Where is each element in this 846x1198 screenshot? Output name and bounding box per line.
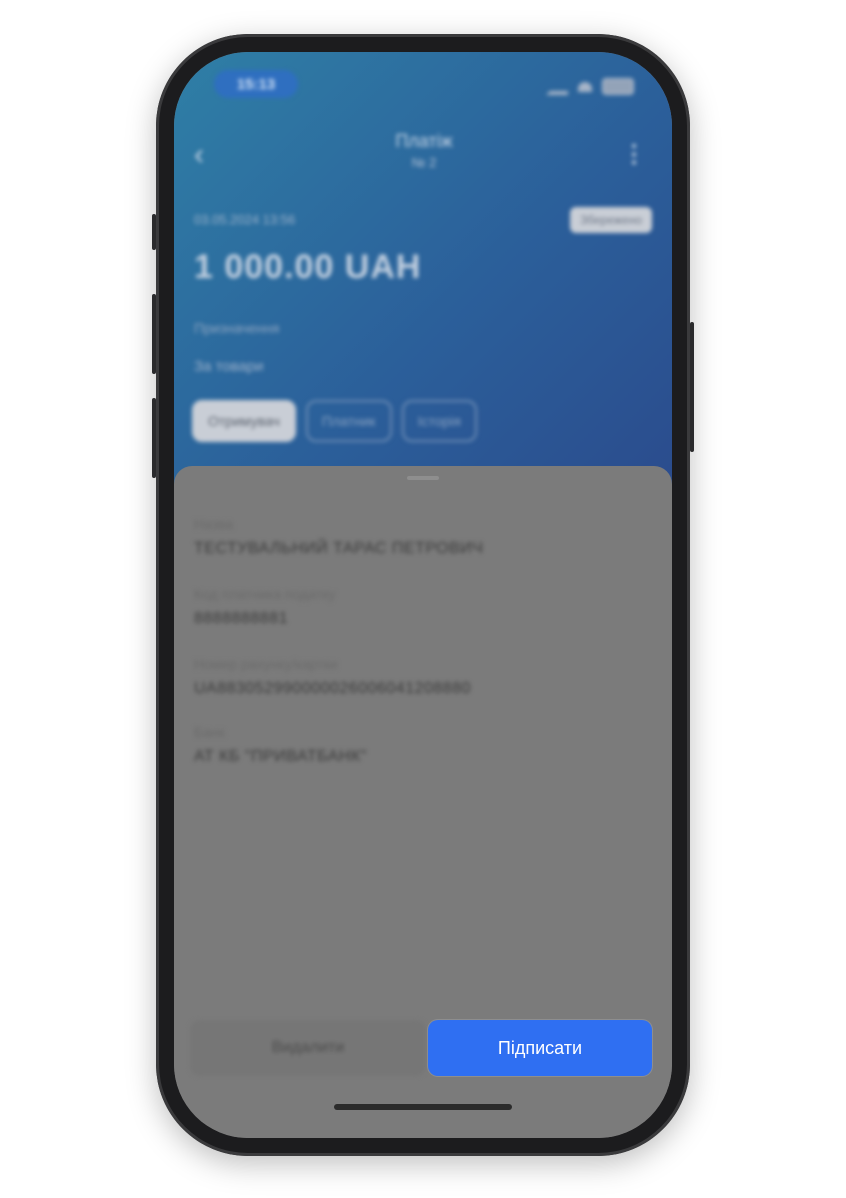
chevron-left-icon[interactable]: ‹	[194, 138, 204, 172]
tab-payer[interactable]: Платник	[305, 400, 392, 442]
purpose-label: Призначення	[194, 320, 280, 336]
bank-value: АТ КБ "ПРИВАТБАНК"	[194, 748, 367, 765]
cellular-signal-icon	[546, 79, 568, 95]
screen: 15:13 ‹ Платіж № 2 ⋮ 03.05.2024 13:56 Зб…	[174, 52, 672, 1138]
action-bar: Видалити Підписати	[190, 1020, 656, 1076]
account-label: Номер рахунку/картки	[194, 656, 338, 672]
tab-bar: Отримувач Платник Історія	[192, 400, 477, 442]
payment-header: 15:13 ‹ Платіж № 2 ⋮ 03.05.2024 13:56 Зб…	[174, 52, 672, 532]
sign-button[interactable]: Підписати	[428, 1020, 652, 1076]
tax-code-field: Код платника податку 8888888881	[194, 586, 335, 628]
status-time: 15:13	[214, 70, 298, 98]
recipient-name-value: ТЕСТУВАЛЬНИЙ ТАРАС ПЕТРОВИЧ	[194, 540, 484, 557]
more-vertical-icon[interactable]: ⋮	[622, 140, 646, 169]
tab-recipient[interactable]: Отримувач	[192, 400, 296, 442]
title-text: Платіж	[395, 131, 453, 151]
status-icons	[546, 78, 634, 95]
account-field: Номер рахунку/картки UA88305299000002600…	[194, 656, 471, 698]
home-indicator[interactable]	[334, 1104, 512, 1110]
tax-code-value: 8888888881	[194, 610, 288, 627]
status-badge: Збережено	[570, 207, 652, 233]
purpose-value: За товари	[194, 358, 264, 375]
power-button	[690, 322, 694, 452]
account-value: UA883052990000026006041208880	[194, 680, 471, 697]
mute-switch	[152, 214, 156, 250]
recipient-name-label: Назва	[194, 516, 234, 532]
battery-icon	[602, 78, 634, 95]
tax-code-label: Код платника податку	[194, 586, 336, 602]
page-title: Платіж № 2	[324, 130, 524, 174]
sheet-grabber[interactable]	[407, 476, 439, 480]
delete-button[interactable]: Видалити	[190, 1020, 426, 1076]
recipient-name-field: Назва ТЕСТУВАЛЬНИЙ ТАРАС ПЕТРОВИЧ	[194, 516, 483, 558]
title-subtitle: № 2	[411, 155, 437, 170]
wifi-icon	[578, 81, 592, 92]
volume-up-button	[152, 294, 156, 374]
payment-date: 03.05.2024 13:56	[194, 212, 296, 227]
tab-history[interactable]: Історія	[401, 400, 477, 442]
bank-label: Банк	[194, 724, 225, 740]
bank-field: Банк АТ КБ "ПРИВАТБАНК"	[194, 724, 367, 766]
payment-amount: 1 000.00 UAH	[194, 248, 422, 286]
volume-down-button	[152, 398, 156, 478]
